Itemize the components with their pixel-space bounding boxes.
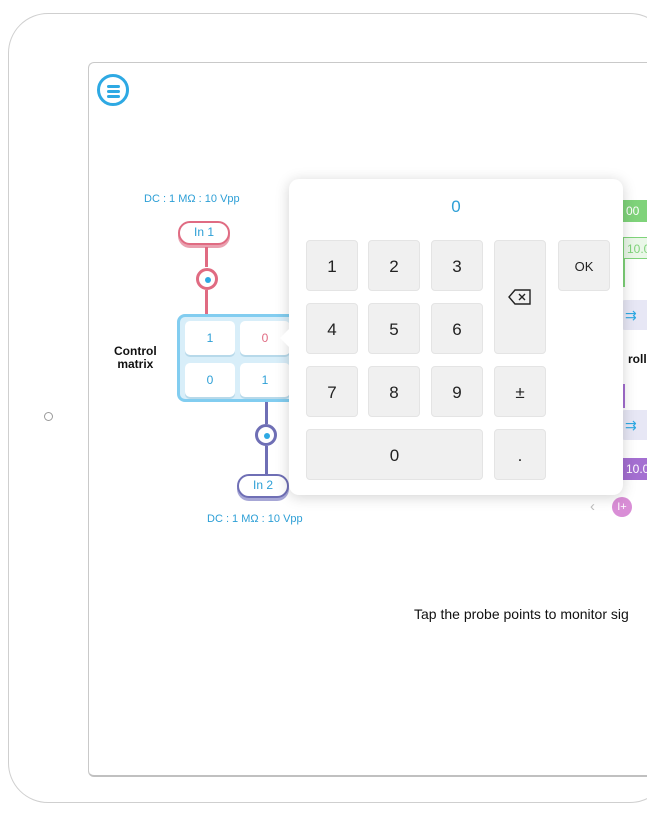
right-arrow-icon-2[interactable]: ⇉ xyxy=(621,410,647,440)
key-8[interactable]: 8 xyxy=(368,366,420,417)
probe-dot-icon xyxy=(205,277,211,283)
menu-bar-icon xyxy=(107,90,120,93)
control-matrix-label: Control matrix xyxy=(114,344,157,371)
popover-arrow xyxy=(280,329,289,347)
key-5[interactable]: 5 xyxy=(368,303,420,354)
key-6[interactable]: 6 xyxy=(431,303,483,354)
menu-bar-icon xyxy=(107,85,120,88)
right-green-badge[interactable]: 00 xyxy=(623,200,647,222)
in1-spec[interactable]: DC : 1 MΩ : 10 Vpp xyxy=(144,193,240,205)
key-4[interactable]: 4 xyxy=(306,303,358,354)
in1-probe-point[interactable] xyxy=(196,268,218,290)
ok-button[interactable]: OK xyxy=(558,240,610,291)
plus-minus-key[interactable]: ± xyxy=(494,366,546,417)
right-green-field[interactable]: 10.0 xyxy=(623,237,647,259)
right-arrow-icon[interactable]: ⇉ xyxy=(621,300,647,330)
probe-hint-text: Tap the probe points to monitor sig xyxy=(414,606,629,622)
in2-probe-point[interactable] xyxy=(255,424,277,446)
right-violet-badge[interactable]: 10.0 xyxy=(623,458,647,480)
in1-button[interactable]: In 1 xyxy=(178,221,230,245)
keypad-display: 0 xyxy=(451,197,461,216)
home-button-icon[interactable] xyxy=(44,412,53,421)
menu-bar-icon xyxy=(107,95,120,98)
in2-button[interactable]: In 2 xyxy=(237,474,289,498)
probe-dot-icon xyxy=(264,433,270,439)
key-3[interactable]: 3 xyxy=(431,240,483,291)
add-input-icon[interactable]: I+ xyxy=(612,497,632,517)
control-matrix: 1 0 0 1 xyxy=(177,314,297,402)
key-9[interactable]: 9 xyxy=(431,366,483,417)
matrix-cell-21[interactable]: 0 xyxy=(185,363,235,397)
number-keypad-popover: 0 1 2 3 OK 4 5 6 7 8 9 ± 0 . xyxy=(280,179,623,495)
key-1[interactable]: 1 xyxy=(306,240,358,291)
key-0[interactable]: 0 xyxy=(306,429,483,480)
matrix-cell-11[interactable]: 1 xyxy=(185,321,235,355)
in1-wire-lower xyxy=(205,290,208,314)
menu-button[interactable] xyxy=(97,74,129,106)
matrix-cell-22[interactable]: 1 xyxy=(240,363,290,397)
in2-spec[interactable]: DC : 1 MΩ : 10 Vpp xyxy=(207,513,303,525)
backspace-icon xyxy=(508,289,531,305)
in2-wire xyxy=(265,446,268,474)
decimal-key[interactable]: . xyxy=(494,429,546,480)
chevron-left-icon[interactable]: ‹ xyxy=(590,498,595,515)
in2-wire-upper xyxy=(265,402,268,424)
key-7[interactable]: 7 xyxy=(306,366,358,417)
controller-label-fragment: rolle xyxy=(628,352,647,366)
in1-wire xyxy=(205,247,208,267)
key-2[interactable]: 2 xyxy=(368,240,420,291)
backspace-key[interactable] xyxy=(494,240,546,354)
